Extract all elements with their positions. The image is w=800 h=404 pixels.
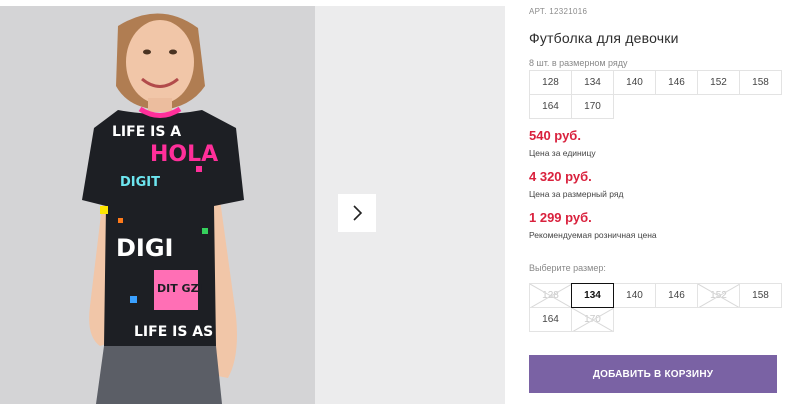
size-option-128: 128: [529, 283, 572, 308]
pack-size-cell: 152: [697, 70, 740, 95]
pack-price: 4 320 руб.: [529, 169, 592, 184]
product-photo[interactable]: LIFE IS A HOLA DIGIT DIGI DIT GZI LIFE I…: [0, 6, 315, 404]
shirt-print-text: DIGI: [116, 234, 173, 262]
size-option-label: 140: [626, 290, 643, 301]
retail-price: 1 299 руб.: [529, 210, 592, 225]
strike-through-icon: [698, 284, 739, 307]
unit-price: 540 руб.: [529, 128, 581, 143]
choose-size-label: Выберите размер:: [529, 263, 606, 273]
pack-sizes-grid: 128 134 140 146 152 158 164 170: [529, 70, 782, 119]
shirt-print-text: HOLA: [150, 142, 218, 167]
size-option-152: 152: [697, 283, 740, 308]
chevron-right-icon: [353, 205, 363, 221]
strike-through-icon: [530, 284, 571, 307]
article-number: АРТ. 12321016: [529, 7, 588, 16]
size-option-label: 146: [668, 290, 685, 301]
size-option-146[interactable]: 146: [655, 283, 698, 308]
pack-size-cell: 170: [571, 94, 614, 119]
size-option-label: 158: [752, 290, 769, 301]
size-option-label: 164: [542, 314, 559, 325]
pack-size-cell: 164: [529, 94, 572, 119]
pack-size-cell: 158: [739, 70, 782, 95]
pack-size-cell: 140: [613, 70, 656, 95]
pack-size-cell: 146: [655, 70, 698, 95]
retail-price-label: Рекомендуемая розничная цена: [529, 230, 657, 240]
pack-price-label: Цена за размерный ряд: [529, 189, 624, 199]
unit-price-label: Цена за единицу: [529, 148, 596, 158]
product-gallery: LIFE IS A HOLA DIGIT DIGI DIT GZI LIFE I…: [0, 0, 505, 404]
product-title: Футболка для девочки: [529, 30, 679, 46]
pack-size-note: 8 шт. в размерном ряду: [529, 58, 628, 68]
size-option-140[interactable]: 140: [613, 283, 656, 308]
shirt-print-text: LIFE IS AS: [134, 324, 213, 340]
size-option-134[interactable]: 134: [571, 283, 614, 308]
pack-size-cell: 128: [529, 70, 572, 95]
add-to-cart-button[interactable]: ДОБАВИТЬ В КОРЗИНУ: [529, 355, 777, 393]
size-picker: 128 134 140 146 152 158 164 170: [529, 283, 782, 332]
shirt-print-text: DIGIT: [120, 175, 160, 190]
size-option-158[interactable]: 158: [739, 283, 782, 308]
pack-size-cell: 134: [571, 70, 614, 95]
shirt-print-text: DIT GZI: [157, 282, 203, 295]
size-option-164[interactable]: 164: [529, 307, 572, 332]
next-image-button[interactable]: [338, 194, 376, 232]
strike-through-icon: [572, 308, 613, 331]
shirt-print-text: LIFE IS A: [112, 124, 181, 140]
size-option-170: 170: [571, 307, 614, 332]
size-option-label: 134: [584, 290, 601, 301]
